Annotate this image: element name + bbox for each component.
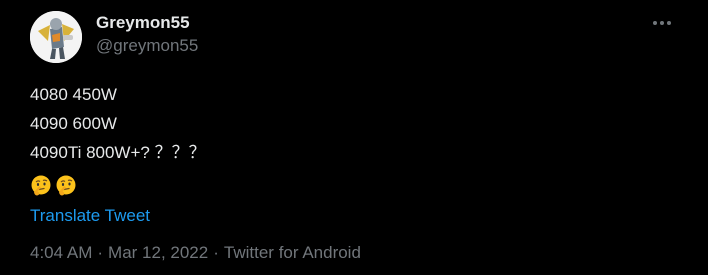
tweet-card: Greymon55 @greymon55 4080 450W 4090 600W… — [0, 0, 708, 275]
tweet-text: 4080 450W 4090 600W 4090Ti 800W+? ？？？ — [30, 80, 206, 167]
emoji-row — [30, 175, 77, 199]
tweet-line: 4090 600W — [30, 114, 117, 133]
translate-tweet-link[interactable]: Translate Tweet — [30, 205, 150, 227]
more-options-button[interactable] — [648, 12, 676, 34]
user-handle[interactable]: @greymon55 — [96, 36, 198, 56]
display-name[interactable]: Greymon55 — [96, 13, 190, 33]
tweet-metadata: 4:04 AM · Mar 12, 2022 · Twitter for Android — [30, 242, 361, 264]
digimon-avatar-icon — [30, 11, 82, 63]
more-horizontal-icon — [653, 21, 671, 25]
meta-separator: · — [97, 243, 104, 262]
thinking-face-emoji-icon — [56, 175, 76, 196]
tweet-source[interactable]: Twitter for Android — [224, 243, 361, 262]
tweet-time[interactable]: 4:04 AM — [30, 243, 92, 262]
tweet-line: 4090Ti 800W+? ？？？ — [30, 143, 206, 162]
meta-separator: · — [213, 243, 219, 262]
tweet-line: 4080 450W — [30, 85, 117, 104]
thinking-face-emoji-icon — [31, 175, 51, 196]
avatar[interactable] — [30, 11, 82, 63]
tweet-date[interactable]: Mar 12, 2022 — [108, 243, 208, 262]
